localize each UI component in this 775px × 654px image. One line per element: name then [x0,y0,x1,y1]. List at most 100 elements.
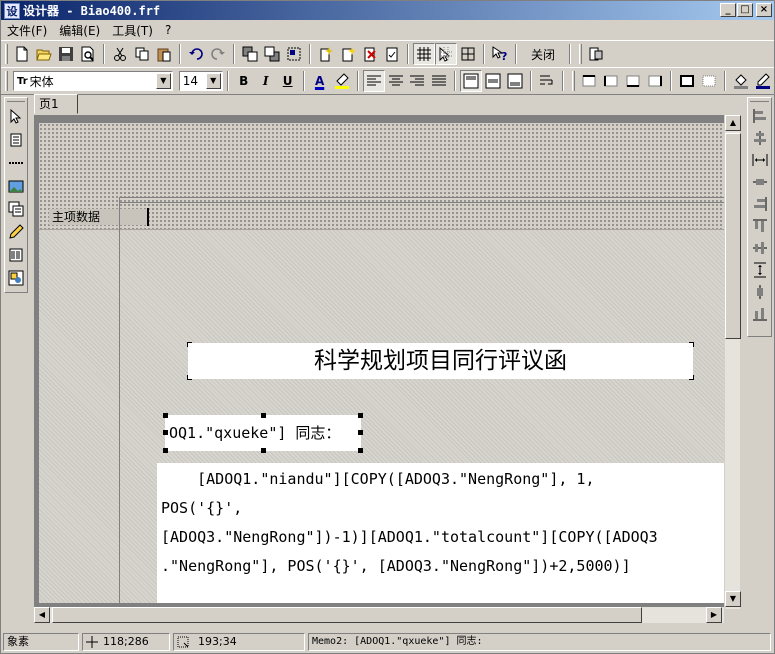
maximize-button[interactable]: □ [737,3,753,17]
menu-edit[interactable]: 编辑(E) [53,22,106,39]
font-color-button[interactable]: A [309,70,331,92]
frame-none-icon[interactable] [698,70,720,92]
frame-bottom-icon[interactable] [622,70,644,92]
chevron-down-icon[interactable]: ▼ [205,73,221,89]
space-vertical-icon[interactable] [748,259,771,281]
resize-handle[interactable] [358,413,363,418]
frame-all-icon[interactable] [676,70,698,92]
font-size-select[interactable]: 14 ▼ [178,71,223,91]
delete-page-icon[interactable] [359,43,381,65]
vertical-scroll-thumb[interactable] [725,133,741,339]
exit-icon[interactable] [585,43,607,65]
insert-subreport-icon[interactable] [5,198,27,220]
center-horizontal-icon[interactable] [748,171,771,193]
cut-icon[interactable] [109,43,131,65]
valign-middle-icon[interactable] [482,70,504,92]
toolbar-grip[interactable] [5,44,8,64]
resize-handle[interactable] [358,430,363,435]
scroll-down-arrow[interactable]: ▼ [725,591,741,607]
undo-icon[interactable] [185,43,207,65]
valign-top-icon[interactable] [460,70,483,92]
align-rights-icon[interactable] [748,193,771,215]
grid-align-icon[interactable] [435,43,457,65]
insert-shape-icon[interactable] [5,267,27,289]
vertical-scrollbar[interactable]: ▲ ▼ [724,115,741,609]
content-memo[interactable]: [ADOQ1."niandu"][COPY([ADOQ3."NengRong"]… [157,463,725,603]
center-vertical-icon[interactable] [748,281,771,303]
band-label-master-data[interactable]: 主项数据 [49,209,149,225]
resize-handle[interactable] [261,413,266,418]
frame-right-icon[interactable] [644,70,666,92]
report-page[interactable]: 主项数据 科学规划项目同行评议函 OQ1."qxueke"] 同志： [ADOQ… [39,123,725,603]
close-designer-button[interactable]: 关闭 [521,43,565,65]
insert-barcode-icon[interactable] [5,244,27,266]
align-right-icon[interactable] [406,70,428,92]
frame-left-icon[interactable] [600,70,622,92]
title-bar[interactable]: 设 设计器 - Biao400.frf _ □ × [1,1,774,20]
group-icon[interactable] [283,43,305,65]
align-bottoms-icon[interactable] [748,303,771,325]
insert-line-icon[interactable] [5,152,27,174]
menu-file[interactable]: 文件(F) [1,22,53,39]
scroll-up-arrow[interactable]: ▲ [725,115,741,131]
toolbar-grip[interactable] [579,44,583,64]
horizontal-scrollbar[interactable]: ◀ ▶ [34,607,724,623]
resize-handle[interactable] [163,430,168,435]
insert-band-icon[interactable] [5,129,27,151]
align-center-icon[interactable] [385,70,407,92]
preview-icon[interactable] [77,43,99,65]
toolbar-grip[interactable] [572,71,576,91]
close-button[interactable]: × [756,3,772,17]
resize-handle[interactable] [261,448,266,453]
save-icon[interactable] [55,43,77,65]
scroll-right-arrow[interactable]: ▶ [706,607,722,623]
fill-color-icon[interactable] [730,70,752,92]
bold-button[interactable]: B [233,70,255,92]
underline-button[interactable]: U [277,70,299,92]
grid-icon[interactable] [413,43,435,65]
align-lefts-icon[interactable] [748,105,771,127]
open-icon[interactable] [33,43,55,65]
toolbar-grip[interactable] [7,100,25,102]
select-arrow-icon[interactable] [5,106,27,128]
title-memo[interactable]: 科学规划项目同行评议函 [187,342,694,380]
menu-help[interactable]: ? [159,23,177,37]
align-vcenters-icon[interactable] [748,237,771,259]
frame-top-icon[interactable] [578,70,600,92]
toolbar-grip[interactable] [750,100,769,102]
valign-bottom-icon[interactable] [504,70,526,92]
tab-page-1[interactable]: 页1 [34,94,78,114]
page-setup-icon[interactable] [381,43,403,65]
new-page-icon[interactable] [337,43,359,65]
toolbar-grip[interactable] [5,71,8,91]
send-back-icon[interactable] [261,43,283,65]
paste-icon[interactable] [153,43,175,65]
align-justify-icon[interactable] [428,70,450,92]
band-resize-handle[interactable] [147,208,149,226]
redo-icon[interactable] [207,43,229,65]
align-tops-icon[interactable] [748,215,771,237]
resize-handle[interactable] [358,448,363,453]
font-name-select[interactable]: Tr 宋体 ▼ [13,71,173,91]
resize-handle[interactable] [163,413,168,418]
align-hcenters-icon[interactable] [748,127,771,149]
bring-front-icon[interactable] [239,43,261,65]
space-horizontal-icon[interactable] [748,149,771,171]
word-wrap-icon[interactable] [536,70,558,92]
insert-pen-icon[interactable] [5,221,27,243]
resize-handle[interactable] [163,448,168,453]
design-area[interactable]: 主项数据 科学规划项目同行评议函 OQ1."qxueke"] 同志： [ADOQ… [34,115,740,609]
italic-button[interactable]: I [255,70,277,92]
copy-icon[interactable] [131,43,153,65]
align-left-icon[interactable] [362,70,385,92]
menu-tools[interactable]: 工具(T) [106,22,159,39]
chevron-down-icon[interactable]: ▼ [155,73,171,89]
help-icon[interactable]: ? [489,43,511,65]
highlight-icon[interactable] [331,70,353,92]
horizontal-scroll-thumb[interactable] [52,607,642,623]
fit-grid-icon[interactable] [457,43,479,65]
add-page-icon[interactable] [315,43,337,65]
new-icon[interactable] [11,43,33,65]
greeting-memo[interactable]: OQ1."qxueke"] 同志： [165,415,361,451]
minimize-button[interactable]: _ [720,3,736,17]
